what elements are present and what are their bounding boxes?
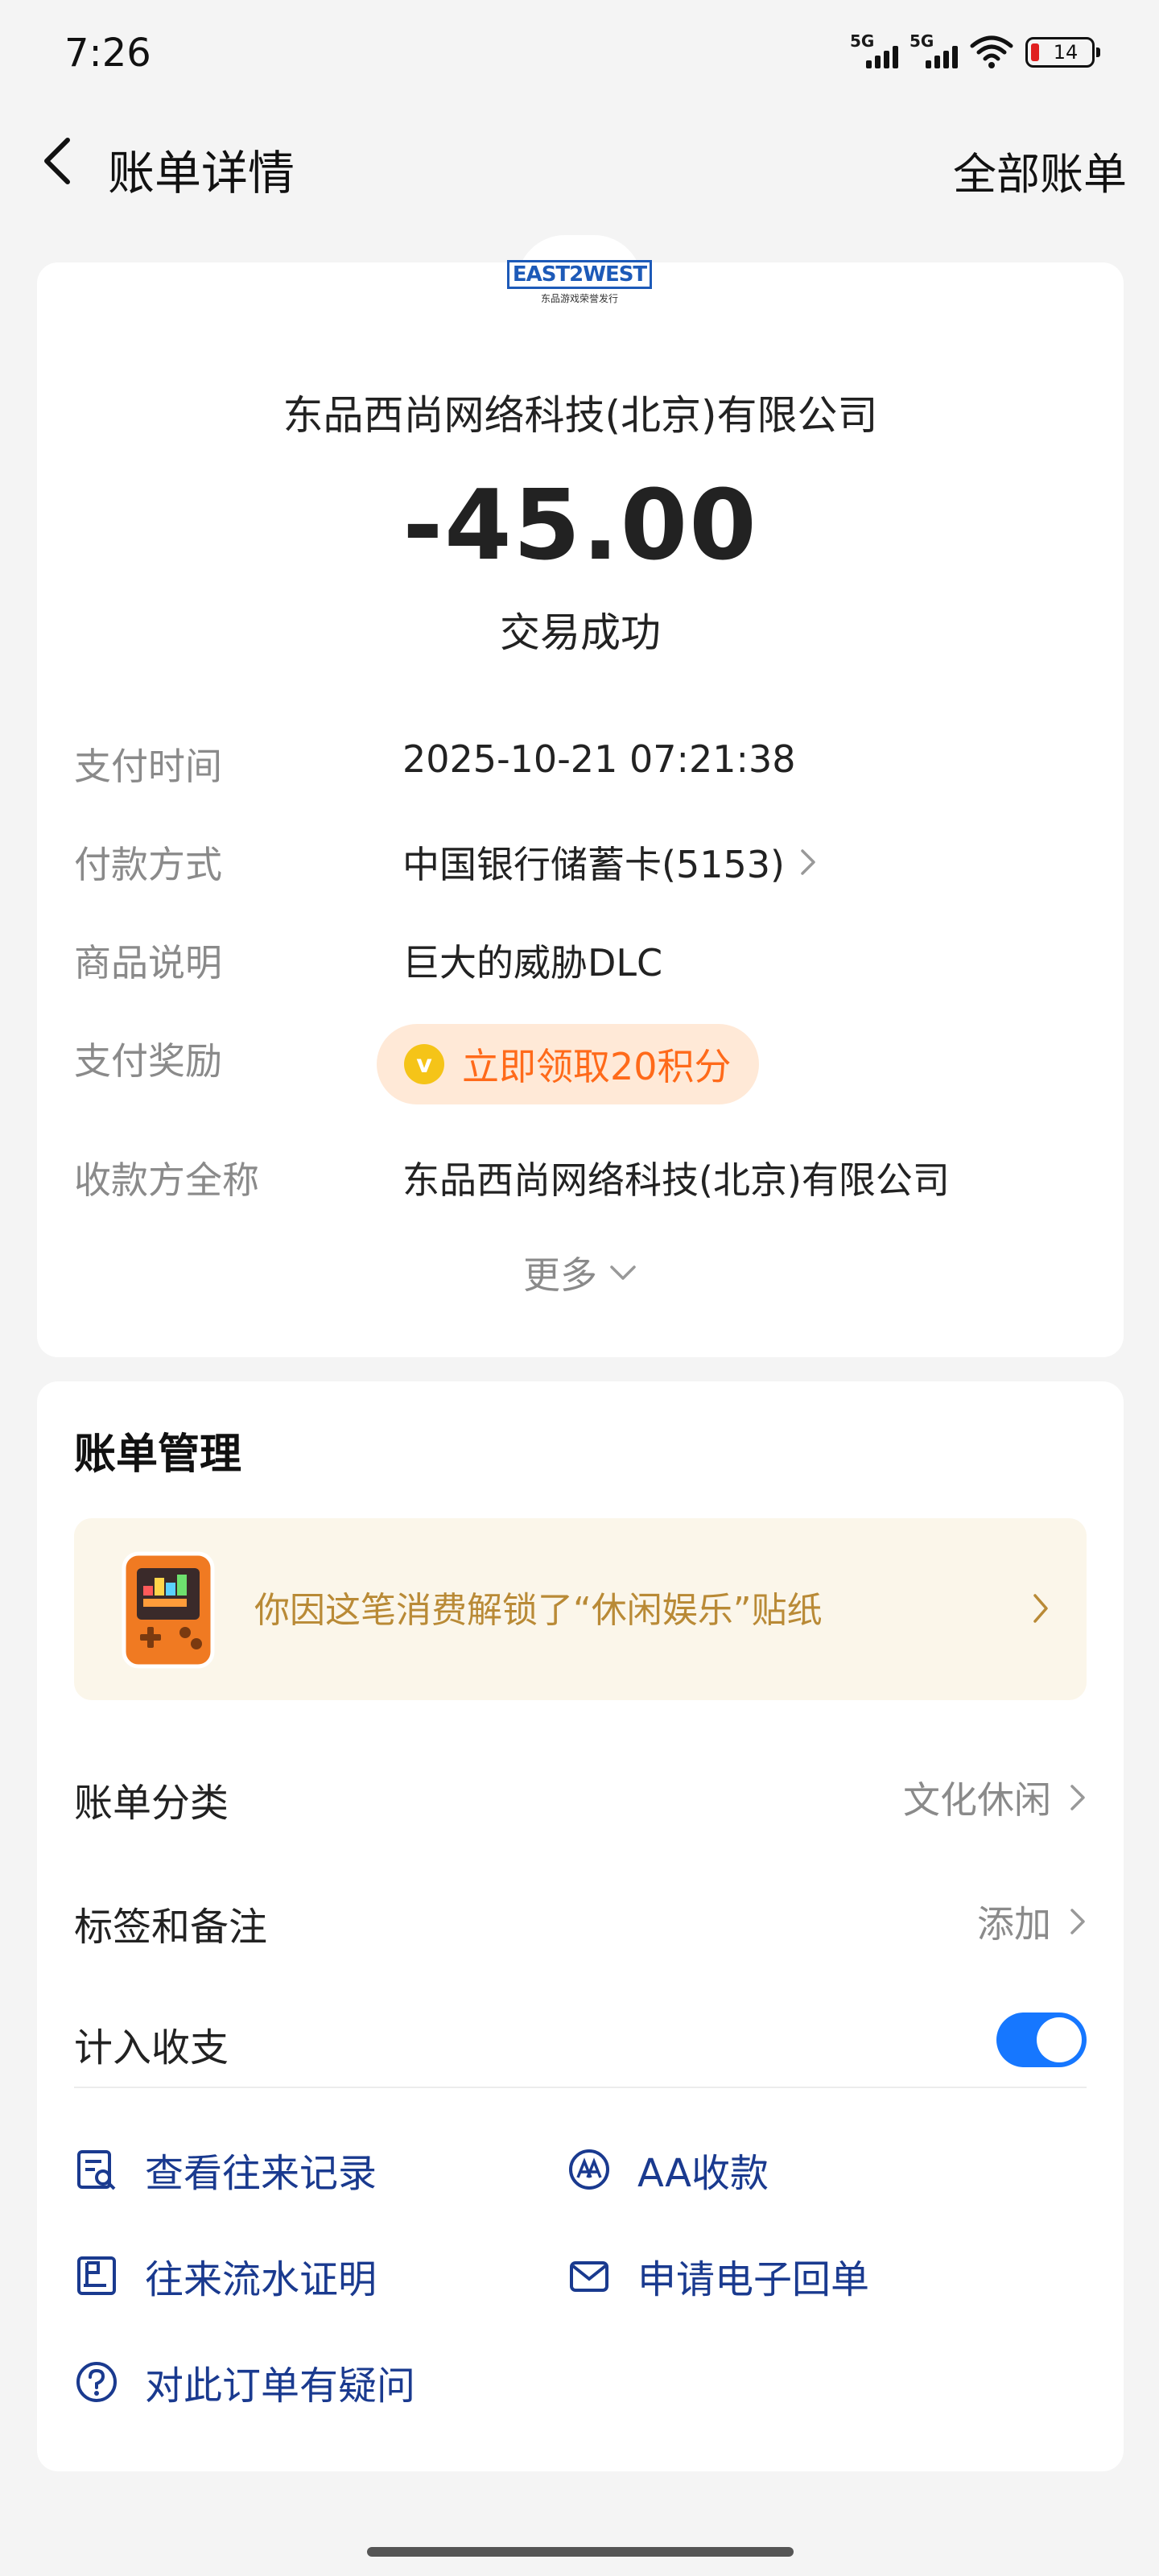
all-bills-link[interactable]: 全部账单 bbox=[953, 138, 1127, 202]
view-history-action[interactable]: 查看往来记录 bbox=[74, 2141, 377, 2198]
home-indicator[interactable] bbox=[367, 2547, 794, 2557]
income-label: 计入收支 bbox=[74, 2025, 229, 2070]
category-value-wrap: 文化休闲 bbox=[903, 1771, 1087, 1824]
category-label: 账单分类 bbox=[74, 1781, 229, 1826]
include-in-ledger-toggle[interactable] bbox=[996, 2013, 1087, 2067]
detail-value-wrap: 中国银行储蓄卡(5153) bbox=[402, 836, 817, 889]
status-icons: 5G 5G 14 bbox=[850, 31, 1100, 72]
question-icon bbox=[76, 2362, 117, 2402]
sticker-banner[interactable]: 你因这笔消费解锁了“休闲娱乐”贴纸 bbox=[74, 1518, 1087, 1700]
wifi-icon bbox=[970, 35, 1013, 68]
merchant-logo: EAST2WEST 东品游戏荣誉发行 bbox=[506, 235, 653, 330]
page-title: 账单详情 bbox=[108, 146, 295, 200]
chevron-down-icon bbox=[610, 1265, 636, 1280]
detail-row-description: 商品说明 巨大的威胁DLC bbox=[74, 926, 1088, 990]
logo-text: EAST2WEST bbox=[506, 260, 653, 289]
statement-icon bbox=[77, 2256, 116, 2295]
chevron-right-icon bbox=[1070, 1909, 1085, 1934]
aa-icon bbox=[569, 2149, 609, 2190]
more-label: 更多 bbox=[523, 1253, 597, 1297]
claim-points-button[interactable]: v 立即领取20积分 bbox=[377, 1024, 759, 1104]
chevron-right-icon bbox=[1070, 1785, 1085, 1810]
bill-category-row[interactable]: 账单分类 文化休闲 bbox=[74, 1752, 1087, 1832]
sticker-text: 你因这笔消费解锁了“休闲娱乐”贴纸 bbox=[254, 1590, 823, 1631]
logo-subtext: 东品游戏荣誉发行 bbox=[540, 293, 618, 304]
statement-label: 往来流水证明 bbox=[145, 2257, 377, 2302]
status-time: 7:26 bbox=[64, 31, 151, 76]
detail-label: 收款方全称 bbox=[74, 1158, 259, 1202]
bill-detail-card: 东品西尚网络科技(北京)有限公司 -45.00 交易成功 支付时间 2025-1… bbox=[37, 262, 1124, 1357]
status-bar: 7:26 5G 5G 14 bbox=[0, 0, 1159, 105]
aa-label: AA收款 bbox=[637, 2151, 769, 2196]
e-receipt-label: 申请电子回单 bbox=[637, 2257, 870, 2302]
detail-label: 支付奖励 bbox=[74, 1039, 222, 1083]
include-in-ledger-row: 计入收支 bbox=[74, 1996, 1087, 2077]
game-console-sticker-icon bbox=[122, 1551, 215, 1669]
detail-row-reward: 支付奖励 v 立即领取20积分 bbox=[74, 1024, 1088, 1113]
divider bbox=[74, 2087, 1087, 2088]
order-question-label: 对此订单有疑问 bbox=[145, 2363, 416, 2409]
order-question-action[interactable]: 对此订单有疑问 bbox=[74, 2354, 415, 2410]
mail-icon bbox=[570, 2261, 608, 2292]
detail-row-payment-method[interactable]: 付款方式 中国银行储蓄卡(5153) bbox=[74, 828, 1088, 892]
merchant-name: 东品西尚网络科技(北京)有限公司 bbox=[283, 392, 878, 439]
signal-icon: 5G bbox=[850, 31, 898, 68]
battery-level: 14 bbox=[1053, 41, 1079, 64]
aa-collect-action[interactable]: AA收款 bbox=[567, 2141, 769, 2198]
tags-notes-row[interactable]: 标签和备注 添加 bbox=[74, 1876, 1087, 1956]
detail-row-pay-time: 支付时间 2025-10-21 07:21:38 bbox=[74, 729, 1088, 794]
payment-method-value: 中国银行储蓄卡(5153) bbox=[402, 843, 785, 886]
tags-value: 添加 bbox=[977, 1902, 1051, 1946]
network-type-label: 5G bbox=[850, 31, 875, 51]
section-title: 账单管理 bbox=[74, 1430, 242, 1479]
detail-value: 东品西尚网络科技(北京)有限公司 bbox=[402, 1158, 950, 1202]
coin-icon: v bbox=[404, 1044, 444, 1084]
detail-label: 商品说明 bbox=[74, 941, 222, 985]
network-type-label-2: 5G bbox=[909, 31, 934, 51]
e-receipt-action[interactable]: 申请电子回单 bbox=[567, 2248, 869, 2304]
detail-label: 付款方式 bbox=[74, 843, 222, 886]
chevron-right-icon bbox=[801, 849, 815, 875]
detail-row-payee: 收款方全称 东品西尚网络科技(北京)有限公司 bbox=[74, 1143, 1088, 1208]
bill-management-card: 账单管理 你因这笔消费解锁了“休闲娱乐”贴纸 账单分类 文化休闲 标签和备注 添… bbox=[37, 1381, 1124, 2471]
detail-value: 巨大的威胁DLC bbox=[402, 941, 663, 985]
view-history-label: 查看往来记录 bbox=[145, 2151, 377, 2196]
statement-proof-action[interactable]: 往来流水证明 bbox=[74, 2248, 377, 2304]
category-value: 文化休闲 bbox=[903, 1778, 1051, 1822]
detail-value: 2025-10-21 07:21:38 bbox=[402, 737, 796, 781]
detail-label: 支付时间 bbox=[74, 745, 222, 788]
amount: -45.00 bbox=[402, 470, 758, 582]
chevron-right-icon bbox=[1033, 1594, 1048, 1623]
tags-value-wrap: 添加 bbox=[977, 1895, 1087, 1948]
nav-bar: 账单详情 全部账单 bbox=[0, 113, 1159, 209]
more-button[interactable]: 更多 bbox=[37, 1246, 1124, 1299]
back-arrow-icon[interactable] bbox=[35, 135, 84, 187]
claim-points-label: 立即领取20积分 bbox=[462, 1045, 732, 1088]
tags-label: 标签和备注 bbox=[74, 1905, 268, 1950]
battery-icon: 14 bbox=[1025, 37, 1100, 68]
transaction-status: 交易成功 bbox=[500, 609, 661, 656]
history-record-icon bbox=[77, 2150, 116, 2190]
signal-icon-2: 5G bbox=[909, 31, 958, 68]
